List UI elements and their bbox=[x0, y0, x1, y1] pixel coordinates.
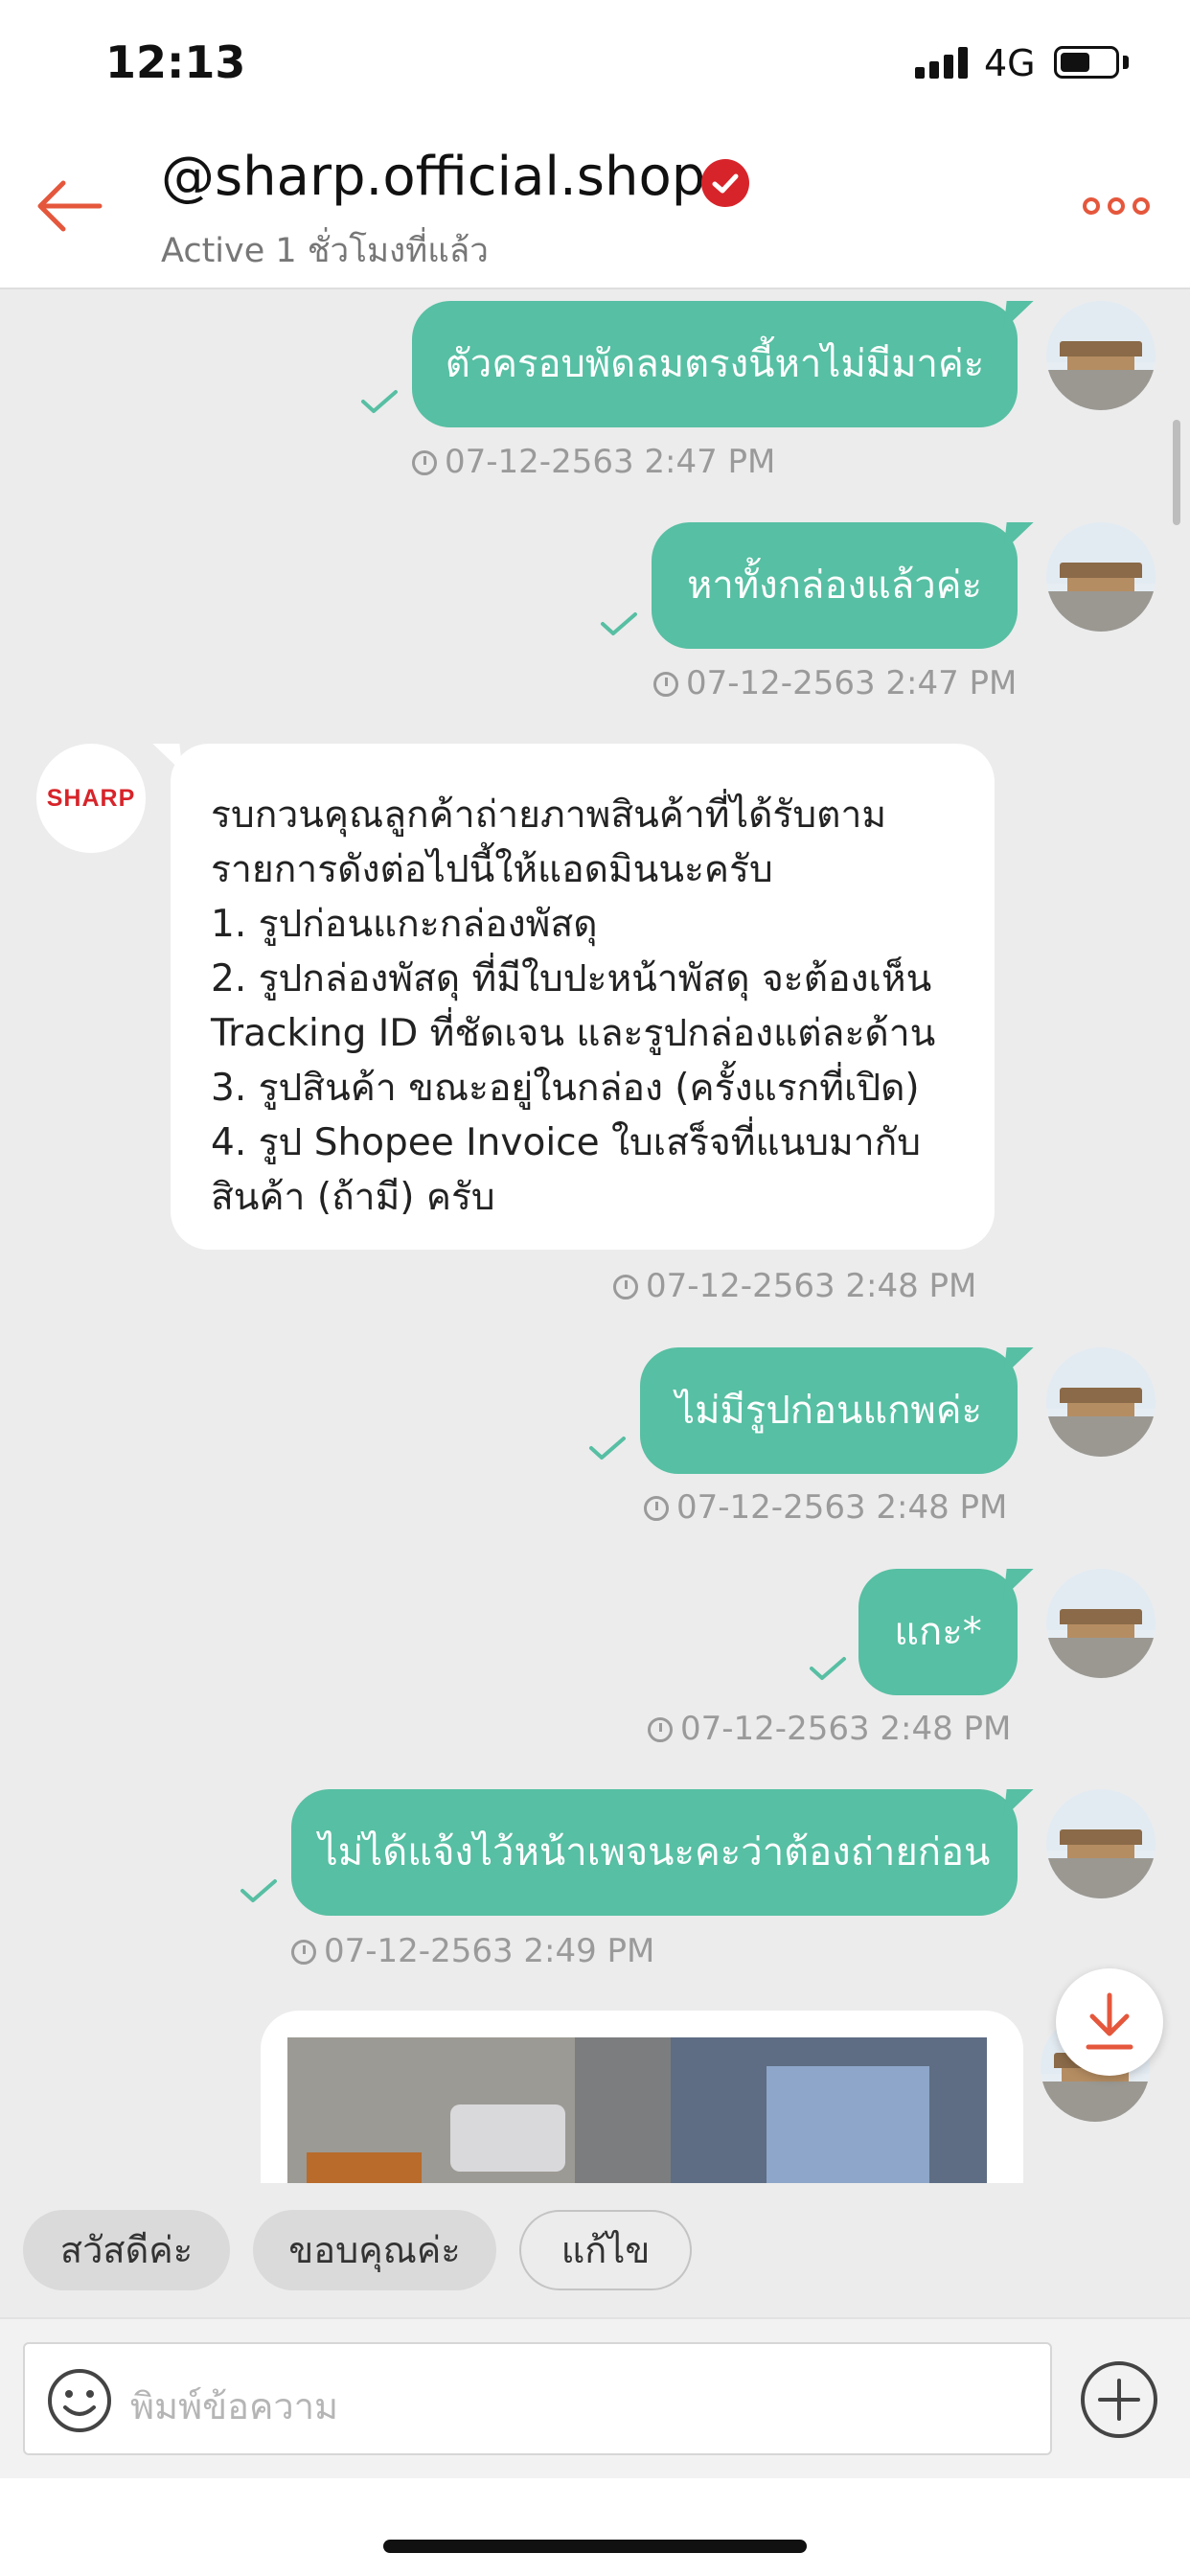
battery-level bbox=[1061, 53, 1089, 72]
shop-name[interactable]: @sharp.official.shop bbox=[161, 146, 705, 208]
image-message[interactable] bbox=[261, 2011, 1023, 2202]
message-input[interactable]: พิมพ์ข้อความ bbox=[23, 2342, 1052, 2455]
quick-reply-chip[interactable]: สวัสดีค่ะ bbox=[23, 2210, 230, 2290]
message-line: 3. รูปสินค้า ขณะอยู่ในกล่อง (ครั้งแรกที่… bbox=[211, 1067, 920, 1110]
clock-icon bbox=[412, 450, 437, 475]
outgoing-message[interactable]: ไม่มีรูปก่อนแกพค่ะ bbox=[640, 1347, 1018, 1474]
message-timestamp: 07-12-2563 2:48 PM bbox=[613, 1267, 976, 1305]
status-bar: 12:13 4G bbox=[0, 0, 1190, 125]
verified-badge-icon bbox=[701, 159, 749, 207]
incoming-message[interactable]: รบกวนคุณลูกค้าถ่ายภาพสินค้าที่ได้รับตาม … bbox=[171, 744, 995, 1250]
message-line: สินค้า (ถ้ามี) ครับ bbox=[211, 1176, 495, 1219]
outgoing-message[interactable]: หาทั้งกล่องแล้วค่ะ bbox=[652, 522, 1018, 649]
message-timestamp: 07-12-2563 2:47 PM bbox=[653, 664, 1017, 702]
battery-cap bbox=[1123, 56, 1129, 69]
quick-reply-chip[interactable]: ขอบคุณค่ะ bbox=[253, 2210, 496, 2290]
clock-icon bbox=[613, 1275, 638, 1300]
message-line: 1. รูปก่อนแกะกล่องพัสดุ bbox=[211, 903, 598, 946]
sent-check-icon bbox=[810, 1657, 846, 1680]
shop-logo: SHARP bbox=[46, 784, 136, 812]
clock-icon bbox=[648, 1717, 673, 1742]
clock-icon bbox=[291, 1940, 316, 1965]
user-avatar[interactable] bbox=[1046, 1569, 1156, 1678]
clock-icon bbox=[644, 1496, 669, 1521]
message-line: รบกวนคุณลูกค้าถ่ายภาพสินค้าที่ได้รับตาม bbox=[211, 794, 887, 837]
user-avatar[interactable] bbox=[1046, 1789, 1156, 1898]
sent-check-icon bbox=[601, 612, 637, 635]
product-photo[interactable] bbox=[287, 2037, 987, 2202]
quick-replies: สวัสดีค่ะ ขอบคุณค่ะ แก้ไข bbox=[0, 2183, 1190, 2317]
message-timestamp: 07-12-2563 2:49 PM bbox=[291, 1932, 654, 1970]
message-timestamp: 07-12-2563 2:47 PM bbox=[412, 443, 775, 481]
add-attachment-icon[interactable] bbox=[1079, 2359, 1159, 2440]
message-timestamp: 07-12-2563 2:48 PM bbox=[648, 1710, 1011, 1748]
signal-icon bbox=[915, 46, 969, 79]
shop-avatar[interactable]: SHARP bbox=[36, 744, 146, 853]
message-input-bar: พิมพ์ข้อความ bbox=[0, 2317, 1190, 2480]
back-button[interactable] bbox=[29, 172, 115, 240]
battery-icon bbox=[1054, 46, 1119, 79]
scroll-to-bottom-button[interactable] bbox=[1056, 1968, 1163, 2076]
home-area bbox=[0, 2478, 1190, 2576]
chat-header: @sharp.official.shop Active 1 ชั่วโมงที่… bbox=[0, 125, 1190, 289]
sent-check-icon bbox=[361, 390, 398, 413]
edit-quick-replies-chip[interactable]: แก้ไข bbox=[519, 2210, 692, 2290]
user-avatar[interactable] bbox=[1046, 1347, 1156, 1457]
active-status: Active 1 ชั่วโมงที่แล้ว bbox=[161, 232, 489, 270]
sent-check-icon bbox=[240, 1879, 277, 1902]
network-type: 4G bbox=[984, 42, 1036, 84]
emoji-icon[interactable] bbox=[46, 2367, 113, 2434]
message-line: 4. รูป Shopee Invoice ใบเสร็จที่แนบมากับ bbox=[211, 1121, 921, 1164]
message-line: 2. รูปกล่องพัสดุ ที่มีใบปะหน้าพัสดุ จะต้… bbox=[211, 957, 932, 1000]
more-options-icon[interactable] bbox=[1083, 194, 1159, 222]
message-line: Tracking ID ที่ชัดเจน และรูปกล่องแต่ละด้… bbox=[211, 1012, 936, 1055]
sent-check-icon bbox=[589, 1437, 626, 1460]
home-indicator[interactable] bbox=[383, 2540, 807, 2553]
message-line: รายการดังต่อไปนี้ให้แอดมินนะครับ bbox=[211, 848, 773, 891]
back-arrow-icon bbox=[37, 180, 103, 232]
outgoing-message[interactable]: ตัวครอบพัดลมตรงนี้หาไม่มีมาค่ะ bbox=[412, 301, 1018, 427]
clock-icon bbox=[653, 672, 678, 697]
outgoing-message[interactable]: ไม่ได้แจ้งไว้หน้าเพจนะคะว่าต้องถ่ายก่อน bbox=[291, 1789, 1018, 1916]
user-avatar[interactable] bbox=[1046, 301, 1156, 410]
outgoing-message[interactable]: แกะ* bbox=[858, 1569, 1018, 1695]
input-placeholder: พิมพ์ข้อความ bbox=[130, 2385, 339, 2427]
user-avatar[interactable] bbox=[1046, 522, 1156, 632]
scrollbar[interactable] bbox=[1173, 420, 1180, 525]
message-timestamp: 07-12-2563 2:48 PM bbox=[644, 1488, 1007, 1527]
status-time: 12:13 bbox=[105, 36, 246, 88]
download-arrow-icon bbox=[1086, 1992, 1133, 2050]
